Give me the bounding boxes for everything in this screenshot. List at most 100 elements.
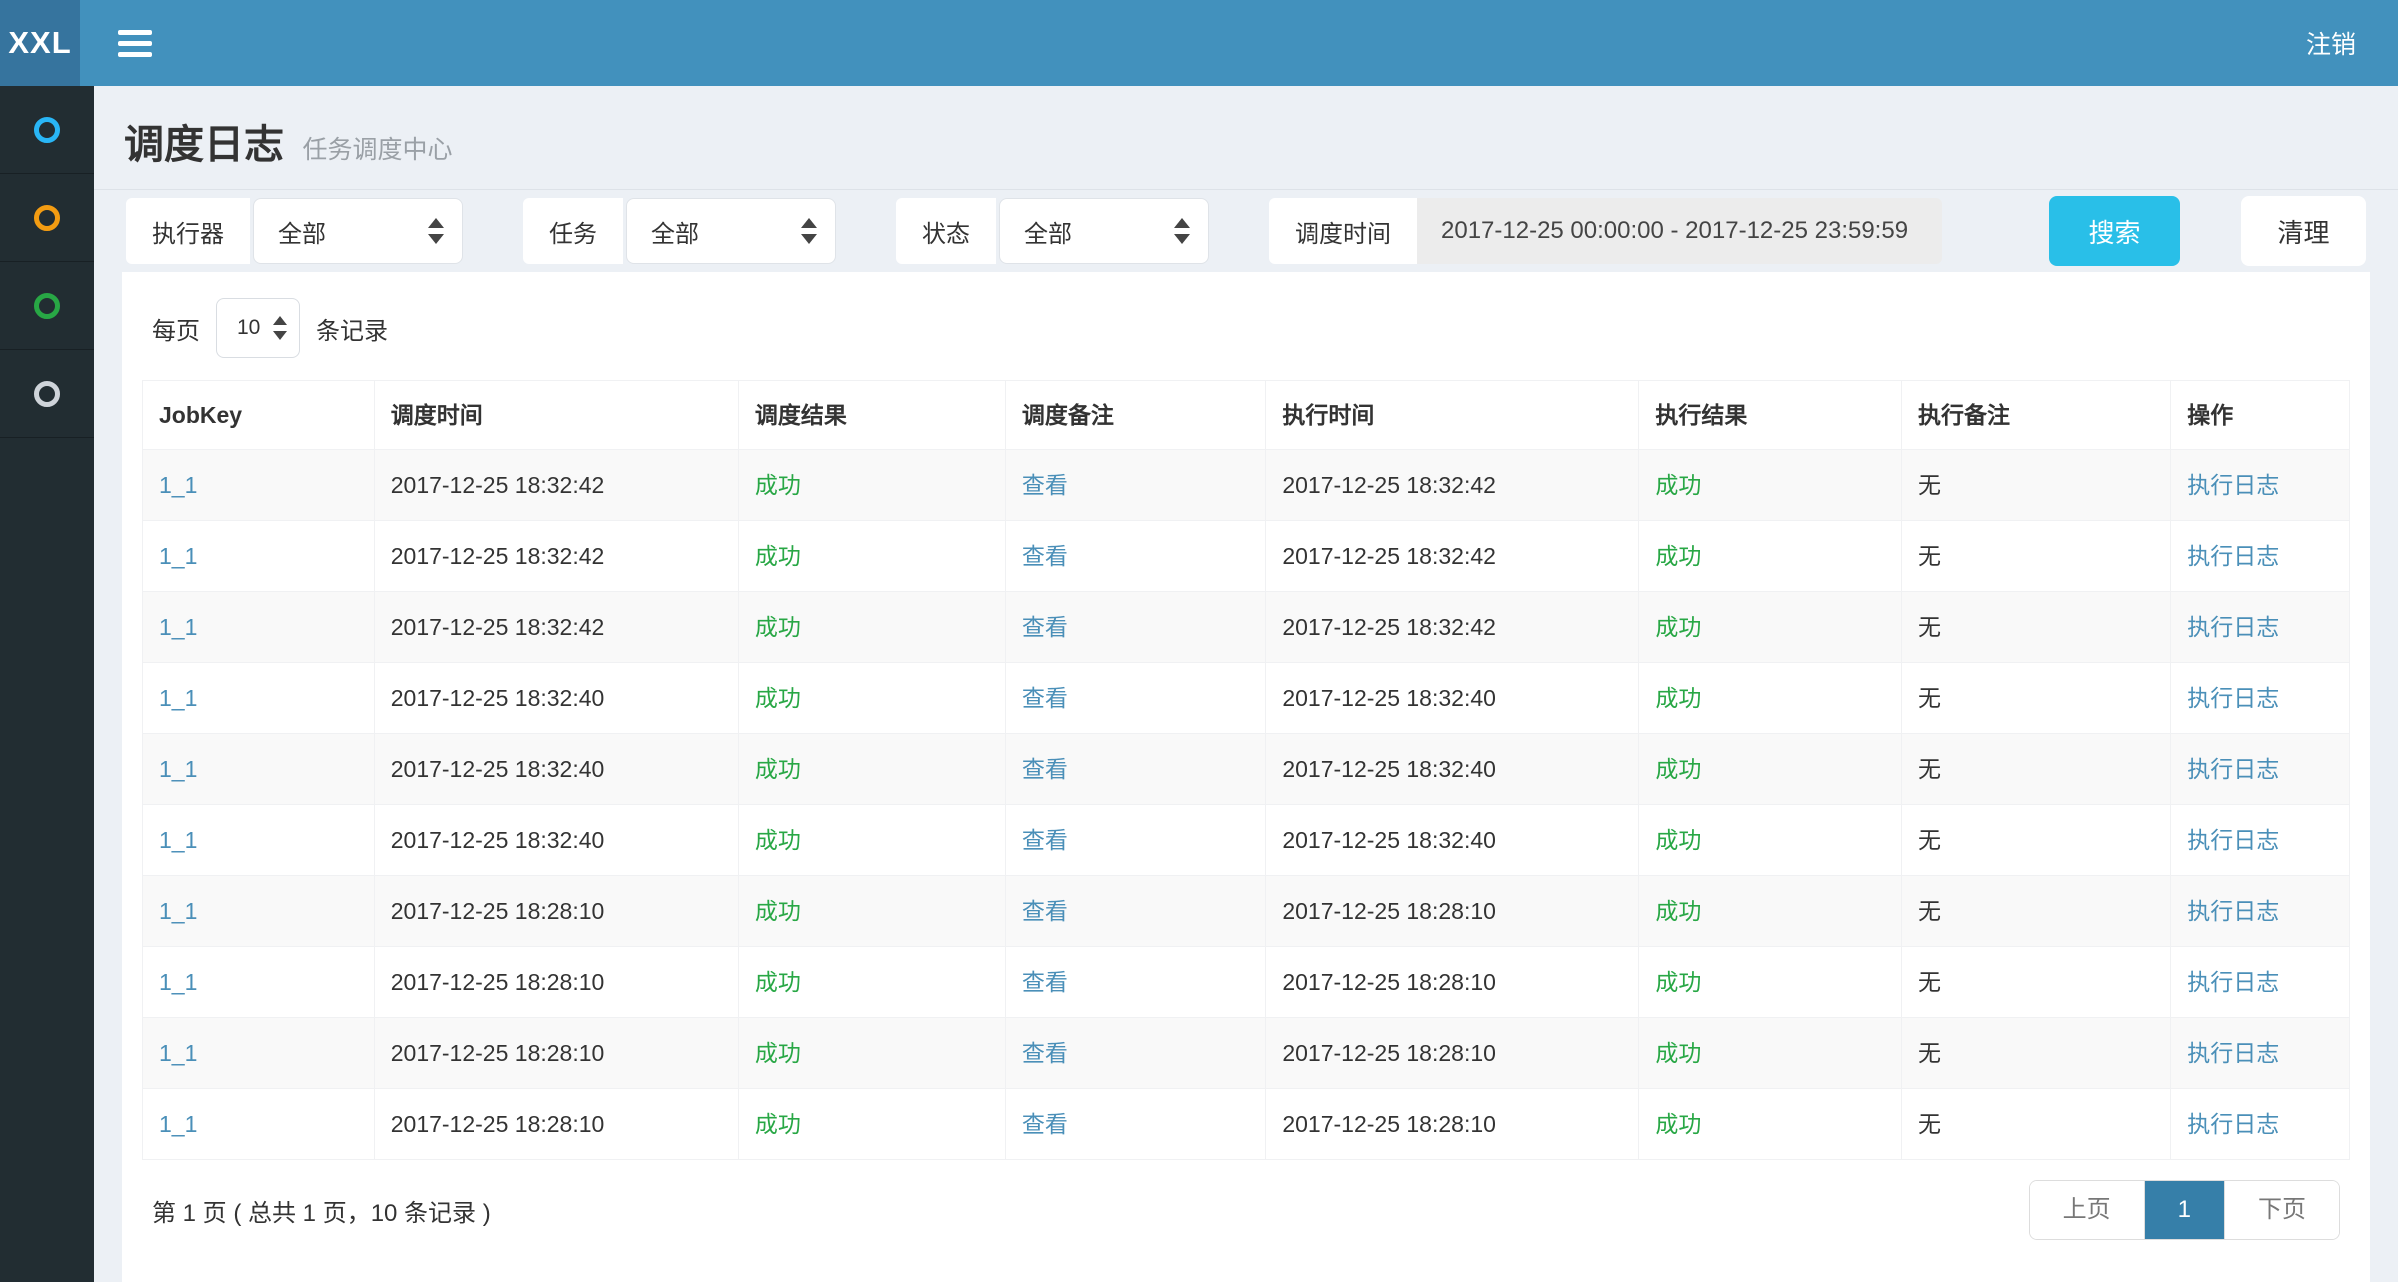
column-header-2: 调度时间 bbox=[374, 381, 738, 450]
table-row: 1_12017-12-25 18:32:40成功查看2017-12-25 18:… bbox=[143, 734, 2350, 805]
exec-result-cell: 成功 bbox=[1639, 734, 1902, 805]
trigger-msg-link-cell: 查看 bbox=[1005, 805, 1265, 876]
pagesize-row: 每页 10 条记录 bbox=[152, 298, 2350, 358]
trigger-msg-link[interactable]: 查看 bbox=[1022, 827, 1068, 853]
exec-time-cell: 2017-12-25 18:32:40 bbox=[1266, 734, 1639, 805]
trigger-time-cell: 2017-12-25 18:32:40 bbox=[374, 805, 738, 876]
table-row: 1_12017-12-25 18:32:40成功查看2017-12-25 18:… bbox=[143, 663, 2350, 734]
logout-link[interactable]: 注销 bbox=[2306, 25, 2356, 61]
jobkey-link[interactable]: 1_1 bbox=[159, 827, 197, 853]
trigger-time-cell: 2017-12-25 18:28:10 bbox=[374, 1089, 738, 1160]
executor-filter-group: 执行器 全部 bbox=[126, 198, 463, 264]
next-page-button[interactable]: 下页 bbox=[2224, 1181, 2339, 1239]
select-arrows-icon bbox=[273, 316, 287, 340]
exec-log-link[interactable]: 执行日志 bbox=[2187, 614, 2279, 640]
select-arrows-icon bbox=[428, 218, 444, 244]
select-arrows-icon bbox=[1174, 218, 1190, 244]
trigger-msg-link[interactable]: 查看 bbox=[1022, 898, 1068, 924]
sidebar-item-4[interactable] bbox=[0, 350, 94, 438]
trigger-msg-link[interactable]: 查看 bbox=[1022, 543, 1068, 569]
circle-icon bbox=[34, 205, 60, 231]
jobkey-link[interactable]: 1_1 bbox=[159, 969, 197, 995]
job-select[interactable]: 全部 bbox=[626, 198, 836, 264]
executor-select[interactable]: 全部 bbox=[253, 198, 463, 264]
jobkey-link[interactable]: 1_1 bbox=[159, 1040, 197, 1066]
trigger-time-cell: 2017-12-25 18:32:42 bbox=[374, 521, 738, 592]
pagination: 上页 1 下页 bbox=[2029, 1180, 2340, 1240]
exec-log-link[interactable]: 执行日志 bbox=[2187, 1111, 2279, 1137]
trigger-msg-link-cell: 查看 bbox=[1005, 947, 1265, 1018]
table-header-row: JobKey调度时间调度结果调度备注执行时间执行结果执行备注操作 bbox=[143, 381, 2350, 450]
trigger-result-cell: 成功 bbox=[738, 734, 1005, 805]
status-select[interactable]: 全部 bbox=[999, 198, 1209, 264]
column-header-6: 执行结果 bbox=[1639, 381, 1902, 450]
sidebar-item-2[interactable] bbox=[0, 174, 94, 262]
table-row: 1_12017-12-25 18:28:10成功查看2017-12-25 18:… bbox=[143, 1089, 2350, 1160]
sidebar-toggle-icon[interactable] bbox=[118, 24, 152, 63]
exec-msg-cell: 无 bbox=[1901, 592, 2170, 663]
jobkey-link[interactable]: 1_1 bbox=[159, 1111, 197, 1137]
exec-log-link[interactable]: 执行日志 bbox=[2187, 898, 2279, 924]
filter-bar: 执行器 全部 任务 全部 状态 bbox=[94, 190, 2398, 272]
jobkey-link-cell: 1_1 bbox=[143, 450, 375, 521]
trigger-msg-link-cell: 查看 bbox=[1005, 592, 1265, 663]
exec-result-cell: 成功 bbox=[1639, 592, 1902, 663]
jobkey-link[interactable]: 1_1 bbox=[159, 614, 197, 640]
jobkey-link[interactable]: 1_1 bbox=[159, 685, 197, 711]
exec-result-cell: 成功 bbox=[1639, 1089, 1902, 1160]
trigger-msg-link[interactable]: 查看 bbox=[1022, 472, 1068, 498]
trigger-time-cell: 2017-12-25 18:32:42 bbox=[374, 592, 738, 663]
exec-log-link[interactable]: 执行日志 bbox=[2187, 756, 2279, 782]
trigger-msg-link[interactable]: 查看 bbox=[1022, 1111, 1068, 1137]
sidebar-item-1[interactable] bbox=[0, 86, 94, 174]
table-row: 1_12017-12-25 18:28:10成功查看2017-12-25 18:… bbox=[143, 876, 2350, 947]
trigger-msg-link[interactable]: 查看 bbox=[1022, 756, 1068, 782]
exec-log-link[interactable]: 执行日志 bbox=[2187, 1040, 2279, 1066]
trigger-msg-link[interactable]: 查看 bbox=[1022, 685, 1068, 711]
sidebar-item-3[interactable] bbox=[0, 262, 94, 350]
trigger-result-cell: 成功 bbox=[738, 663, 1005, 734]
trigger-msg-link-cell: 查看 bbox=[1005, 521, 1265, 592]
column-header-8: 操作 bbox=[2171, 381, 2350, 450]
trigger-msg-link-cell: 查看 bbox=[1005, 876, 1265, 947]
exec-result-cell: 成功 bbox=[1639, 1018, 1902, 1089]
exec-log-link[interactable]: 执行日志 bbox=[2187, 969, 2279, 995]
current-page-button[interactable]: 1 bbox=[2144, 1181, 2224, 1239]
exec-result-cell: 成功 bbox=[1639, 876, 1902, 947]
exec-msg-cell: 无 bbox=[1901, 450, 2170, 521]
jobkey-link[interactable]: 1_1 bbox=[159, 543, 197, 569]
page-header: 调度日志 任务调度中心 bbox=[94, 86, 2398, 190]
exec-msg-cell: 无 bbox=[1901, 1018, 2170, 1089]
table-row: 1_12017-12-25 18:28:10成功查看2017-12-25 18:… bbox=[143, 947, 2350, 1018]
prev-page-button[interactable]: 上页 bbox=[2030, 1181, 2144, 1239]
app-window: XXL 注销 调度日志 bbox=[0, 0, 2398, 1282]
column-header-5: 执行时间 bbox=[1266, 381, 1639, 450]
trigger-msg-link[interactable]: 查看 bbox=[1022, 614, 1068, 640]
search-button[interactable]: 搜索 bbox=[2049, 196, 2180, 266]
time-range-input[interactable]: 2017-12-25 00:00:00 - 2017-12-25 23:59:5… bbox=[1417, 198, 1942, 264]
clear-button[interactable]: 清理 bbox=[2241, 196, 2366, 266]
exec-log-link[interactable]: 执行日志 bbox=[2187, 685, 2279, 711]
jobkey-link[interactable]: 1_1 bbox=[159, 472, 197, 498]
jobkey-link[interactable]: 1_1 bbox=[159, 756, 197, 782]
table-row: 1_12017-12-25 18:28:10成功查看2017-12-25 18:… bbox=[143, 1018, 2350, 1089]
trigger-result-cell: 成功 bbox=[738, 947, 1005, 1018]
exec-time-cell: 2017-12-25 18:32:42 bbox=[1266, 521, 1639, 592]
exec-log-link[interactable]: 执行日志 bbox=[2187, 827, 2279, 853]
jobkey-link-cell: 1_1 bbox=[143, 592, 375, 663]
trigger-msg-link[interactable]: 查看 bbox=[1022, 969, 1068, 995]
circle-icon bbox=[34, 381, 60, 407]
exec-msg-cell: 无 bbox=[1901, 521, 2170, 592]
exec-log-link[interactable]: 执行日志 bbox=[2187, 472, 2279, 498]
exec-log-link[interactable]: 执行日志 bbox=[2187, 543, 2279, 569]
jobkey-link[interactable]: 1_1 bbox=[159, 898, 197, 924]
trigger-msg-link[interactable]: 查看 bbox=[1022, 1040, 1068, 1066]
jobkey-link-cell: 1_1 bbox=[143, 1089, 375, 1160]
circle-icon bbox=[34, 117, 60, 143]
job-filter-label: 任务 bbox=[523, 198, 623, 264]
column-header-4: 调度备注 bbox=[1005, 381, 1265, 450]
trigger-time-cell: 2017-12-25 18:32:40 bbox=[374, 734, 738, 805]
pagesize-select[interactable]: 10 bbox=[216, 298, 300, 358]
executor-select-value: 全部 bbox=[278, 214, 326, 249]
column-header-7: 执行备注 bbox=[1901, 381, 2170, 450]
